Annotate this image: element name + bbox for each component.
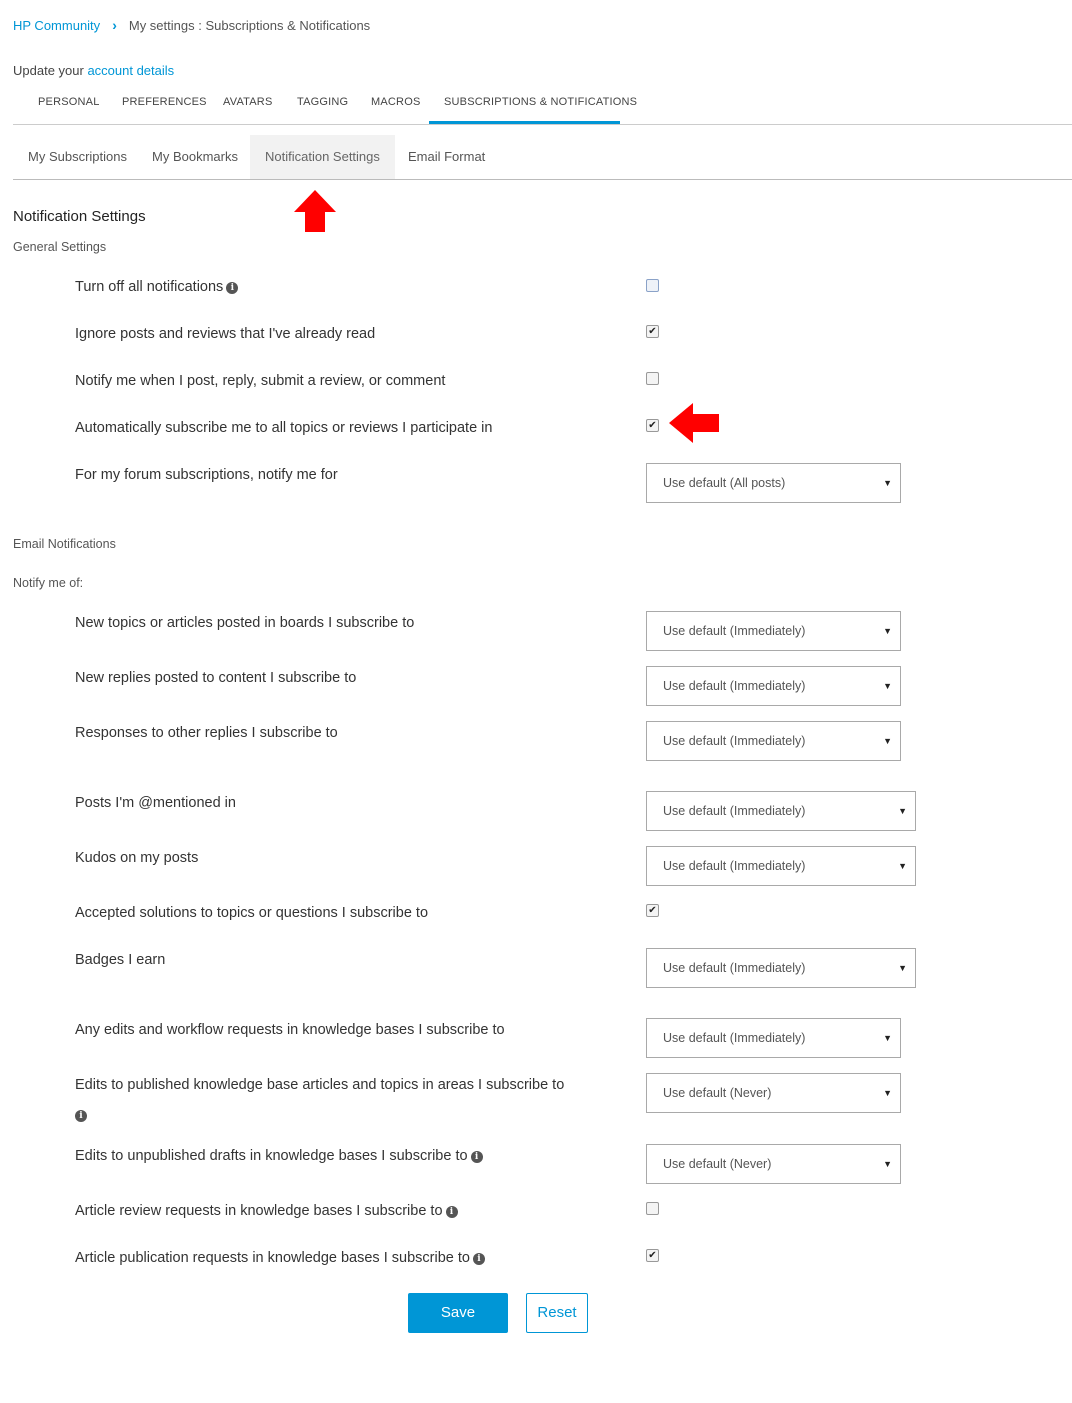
tab-subscriptions-notifications[interactable]: SUBSCRIPTIONS & NOTIFICATIONS (444, 96, 637, 108)
red-arrow-left-icon (669, 403, 719, 443)
setting-label-notify-own-post: Notify me when I post, reply, submit a r… (75, 373, 446, 389)
caret-down-icon: ▼ (898, 963, 907, 973)
active-tab-indicator (429, 121, 620, 124)
article-review-checkbox[interactable] (646, 1202, 659, 1215)
subtab-my-subscriptions[interactable]: My Subscriptions (13, 135, 142, 179)
kb-edits-workflow-select[interactable]: Use default (Immediately) ▼ (646, 1018, 901, 1058)
caret-down-icon: ▼ (883, 736, 892, 746)
reset-button[interactable]: Reset (526, 1293, 588, 1333)
email-label-published-kb-edits: Edits to published knowledge base articl… (75, 1077, 565, 1093)
setting-label-forum-subscriptions: For my forum subscriptions, notify me fo… (75, 467, 338, 483)
badges-select[interactable]: Use default (Immediately) ▼ (646, 948, 916, 988)
section-title: Notification Settings (13, 208, 146, 225)
info-icon[interactable]: i (470, 1151, 483, 1163)
responses-select[interactable]: Use default (Immediately) ▼ (646, 721, 901, 761)
email-label-mentioned: Posts I'm @mentioned in (75, 795, 236, 811)
caret-down-icon: ▼ (883, 1088, 892, 1098)
email-label-responses: Responses to other replies I subscribe t… (75, 725, 338, 741)
caret-down-icon: ▼ (883, 626, 892, 636)
caret-down-icon: ▼ (883, 681, 892, 691)
tab-avatars[interactable]: AVATARS (223, 96, 272, 108)
caret-down-icon: ▼ (883, 1159, 892, 1169)
caret-down-icon: ▼ (883, 1033, 892, 1043)
email-label-article-publication: Article publication requests in knowledg… (75, 1250, 485, 1266)
tab-macros[interactable]: MACROS (371, 96, 420, 108)
info-icon[interactable]: i (445, 1206, 458, 1218)
tab-tagging[interactable]: TAGGING (297, 96, 348, 108)
red-arrow-up-icon (294, 190, 336, 232)
mentioned-select[interactable]: Use default (Immediately) ▼ (646, 791, 916, 831)
email-label-accepted-solutions: Accepted solutions to topics or question… (75, 905, 429, 921)
save-button[interactable]: Save (408, 1293, 508, 1333)
breadcrumb-current: My settings : Subscriptions & Notificati… (128, 17, 371, 33)
ignore-read-checkbox[interactable]: ✔ (646, 325, 659, 338)
email-label-badges: Badges I earn (75, 952, 166, 968)
subscriptions-sub-tabs: My Subscriptions My Bookmarks Notificati… (13, 135, 1072, 180)
general-settings-heading: General Settings (13, 240, 107, 254)
article-publication-checkbox[interactable]: ✔ (646, 1249, 659, 1262)
subtab-notification-settings[interactable]: Notification Settings (250, 135, 395, 179)
update-account-text: Update your account details (13, 63, 174, 78)
email-label-article-review: Article review requests in knowledge bas… (75, 1203, 458, 1219)
tab-preferences[interactable]: PREFERENCES (122, 96, 207, 108)
email-label-new-replies: New replies posted to content I subscrib… (75, 670, 357, 686)
new-topics-select[interactable]: Use default (Immediately) ▼ (646, 611, 901, 651)
email-notifications-heading: Email Notifications (13, 537, 116, 551)
new-replies-select[interactable]: Use default (Immediately) ▼ (646, 666, 901, 706)
update-prefix: Update your (13, 63, 88, 78)
info-icon[interactable]: i (226, 282, 239, 294)
chevron-right-icon: › (112, 17, 117, 33)
setting-label-auto-subscribe: Automatically subscribe me to all topics… (75, 420, 493, 436)
email-label-unpublished-drafts: Edits to unpublished drafts in knowledge… (75, 1148, 483, 1164)
email-label-kudos: Kudos on my posts (75, 850, 199, 866)
subtab-my-bookmarks[interactable]: My Bookmarks (137, 135, 253, 179)
subtab-email-format[interactable]: Email Format (393, 135, 500, 179)
turn-off-all-checkbox[interactable] (646, 279, 659, 292)
info-icon[interactable]: i (75, 1110, 87, 1122)
breadcrumb: HP Community › My settings : Subscriptio… (13, 17, 370, 33)
auto-subscribe-checkbox[interactable]: ✔ (646, 419, 659, 432)
caret-down-icon: ▼ (898, 806, 907, 816)
accepted-solutions-checkbox[interactable]: ✔ (646, 904, 659, 917)
info-icon[interactable]: i (472, 1253, 485, 1265)
forum-subscriptions-select[interactable]: Use default (All posts) ▼ (646, 463, 901, 503)
tab-personal[interactable]: PERSONAL (38, 96, 100, 108)
email-label-new-topics: New topics or articles posted in boards … (75, 615, 415, 631)
notify-own-post-checkbox[interactable] (646, 372, 659, 385)
settings-top-tabs: PERSONAL PREFERENCES AVATARS TAGGING MAC… (13, 93, 1072, 125)
caret-down-icon: ▼ (883, 478, 892, 488)
breadcrumb-home-link[interactable]: HP Community (13, 18, 100, 33)
unpublished-drafts-select[interactable]: Use default (Never) ▼ (646, 1144, 901, 1184)
setting-label-ignore-read: Ignore posts and reviews that I've alrea… (75, 326, 376, 342)
setting-label-turn-off-all: Turn off all notifications i (75, 279, 239, 295)
published-kb-edits-select[interactable]: Use default (Never) ▼ (646, 1073, 901, 1113)
kudos-select[interactable]: Use default (Immediately) ▼ (646, 846, 916, 886)
notify-me-of-heading: Notify me of: (13, 576, 84, 590)
account-details-link[interactable]: account details (87, 63, 174, 78)
email-label-kb-edits-workflow: Any edits and workflow requests in knowl… (75, 1022, 505, 1038)
caret-down-icon: ▼ (898, 861, 907, 871)
